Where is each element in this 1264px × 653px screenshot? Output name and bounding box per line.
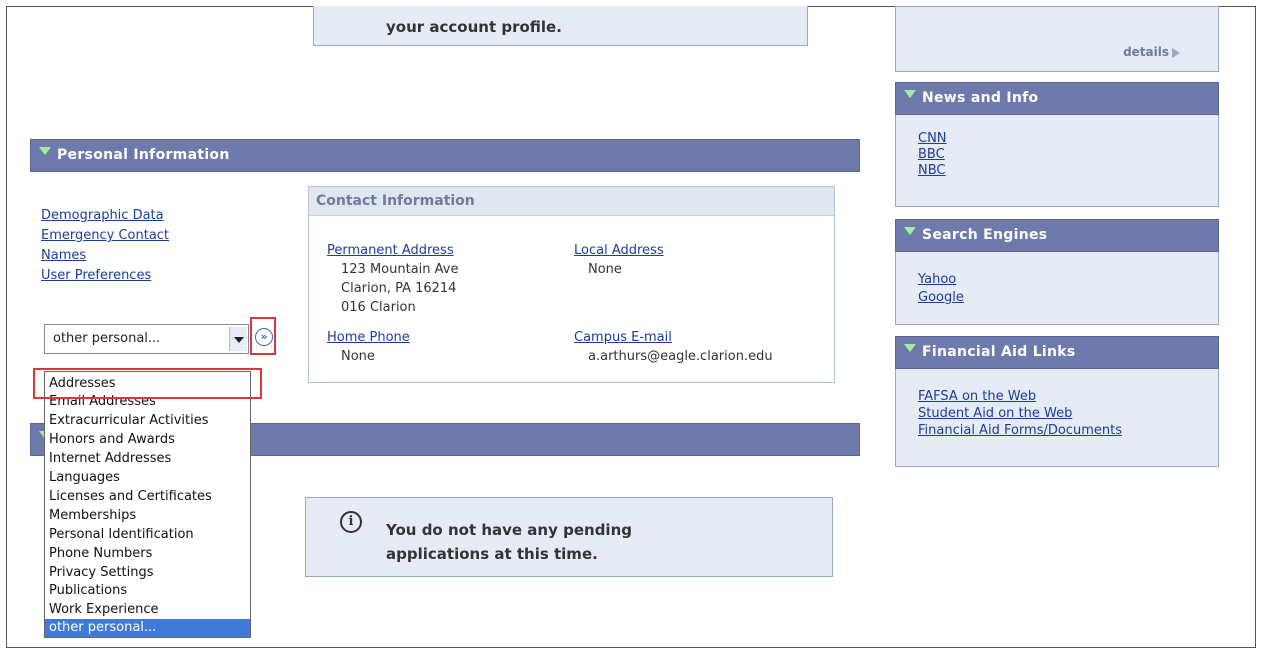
news-link-nbc[interactable]: NBC bbox=[918, 163, 947, 179]
option-work-experience[interactable]: Work Experience bbox=[49, 601, 159, 619]
search-link-google[interactable]: Google bbox=[918, 289, 964, 307]
collapse-triangle-icon bbox=[39, 147, 51, 155]
local-address-link[interactable]: Local Address bbox=[574, 241, 664, 260]
option-memberships[interactable]: Memberships bbox=[49, 507, 136, 525]
pending-applications-box: i You do not have any pending applicatio… bbox=[305, 497, 833, 577]
address-line-2: Clarion, PA 16214 bbox=[341, 281, 457, 296]
select-value: other personal... bbox=[53, 331, 161, 346]
collapse-triangle-icon bbox=[904, 227, 916, 235]
option-extracurricular-activities[interactable]: Extracurricular Activities bbox=[49, 412, 209, 430]
financial-aid-header[interactable]: Financial Aid Links bbox=[895, 336, 1219, 369]
news-title: News and Info bbox=[922, 90, 1039, 106]
link-user-preferences[interactable]: User Preferences bbox=[41, 266, 169, 286]
option-personal-identification[interactable]: Personal Identification bbox=[49, 526, 194, 544]
option-other-personal-selected[interactable]: other personal... bbox=[45, 619, 250, 637]
home-phone-link[interactable]: Home Phone bbox=[327, 328, 410, 347]
financial-aid-panel: FAFSA on the Web Student Aid on the Web … bbox=[895, 369, 1219, 467]
details-link[interactable]: details bbox=[1123, 45, 1180, 59]
link-names[interactable]: Names bbox=[41, 246, 169, 266]
option-licenses-and-certificates[interactable]: Licenses and Certificates bbox=[49, 488, 212, 506]
finaid-link-forms[interactable]: Financial Aid Forms/Documents bbox=[918, 422, 1122, 439]
account-profile-message: your account profile. bbox=[313, 6, 808, 46]
other-personal-select[interactable]: other personal... bbox=[44, 324, 249, 354]
chevron-down-icon[interactable] bbox=[229, 327, 247, 351]
contact-info-header: Contact Information bbox=[309, 187, 834, 216]
option-languages[interactable]: Languages bbox=[49, 469, 120, 487]
search-engines-title: Search Engines bbox=[922, 227, 1048, 243]
contact-info-title: Contact Information bbox=[316, 193, 475, 209]
news-link-bbc[interactable]: BBC bbox=[918, 147, 947, 163]
collapse-triangle-icon bbox=[904, 344, 916, 352]
info-icon: i bbox=[340, 511, 362, 533]
contact-info-box: Contact Information Permanent Address 12… bbox=[308, 186, 835, 383]
address-line-1: 123 Mountain Ave bbox=[341, 262, 459, 277]
campus-email-link[interactable]: Campus E-mail bbox=[574, 328, 773, 347]
double-chevron-right-icon: » bbox=[255, 328, 273, 346]
financial-aid-title: Financial Aid Links bbox=[922, 344, 1076, 360]
local-address-value: None bbox=[588, 262, 622, 277]
search-engines-panel: Yahoo Google bbox=[895, 252, 1219, 325]
news-panel: CNN BBC NBC bbox=[895, 115, 1219, 207]
details-label: details bbox=[1123, 45, 1169, 59]
link-demographic-data[interactable]: Demographic Data bbox=[41, 206, 169, 226]
finaid-link-fafsa[interactable]: FAFSA on the Web bbox=[918, 388, 1122, 405]
home-phone-value: None bbox=[341, 349, 375, 364]
right-top-box: details bbox=[895, 6, 1219, 72]
permanent-address-link[interactable]: Permanent Address bbox=[327, 241, 458, 260]
personal-links: Demographic Data Emergency Contact Names… bbox=[41, 206, 169, 286]
personal-info-title: Personal Information bbox=[57, 147, 230, 163]
address-line-3: 016 Clarion bbox=[341, 300, 416, 315]
option-publications[interactable]: Publications bbox=[49, 582, 127, 600]
option-internet-addresses[interactable]: Internet Addresses bbox=[49, 450, 171, 468]
details-arrow-icon bbox=[1172, 47, 1180, 58]
option-phone-numbers[interactable]: Phone Numbers bbox=[49, 545, 152, 563]
finaid-link-student-aid[interactable]: Student Aid on the Web bbox=[918, 405, 1122, 422]
option-honors-and-awards[interactable]: Honors and Awards bbox=[49, 431, 175, 449]
news-header[interactable]: News and Info bbox=[895, 82, 1219, 115]
news-link-cnn[interactable]: CNN bbox=[918, 131, 947, 147]
option-privacy-settings[interactable]: Privacy Settings bbox=[49, 564, 154, 582]
collapse-triangle-icon bbox=[904, 90, 916, 98]
select-dropdown-list[interactable]: Addresses Email Addresses Extracurricula… bbox=[44, 371, 251, 638]
addresses-highlight-box bbox=[33, 368, 262, 399]
search-engines-header[interactable]: Search Engines bbox=[895, 219, 1219, 252]
pending-line-2: applications at this time. bbox=[386, 545, 598, 563]
go-button[interactable]: » bbox=[250, 317, 276, 355]
pending-line-1: You do not have any pending bbox=[386, 521, 632, 539]
account-profile-text: your account profile. bbox=[386, 18, 562, 36]
link-emergency-contact[interactable]: Emergency Contact bbox=[41, 226, 169, 246]
campus-email-value: a.arthurs@eagle.clarion.edu bbox=[588, 349, 773, 364]
search-link-yahoo[interactable]: Yahoo bbox=[918, 271, 964, 289]
personal-info-header[interactable]: Personal Information bbox=[30, 139, 860, 172]
option-other-personal-label: other personal... bbox=[49, 620, 157, 635]
